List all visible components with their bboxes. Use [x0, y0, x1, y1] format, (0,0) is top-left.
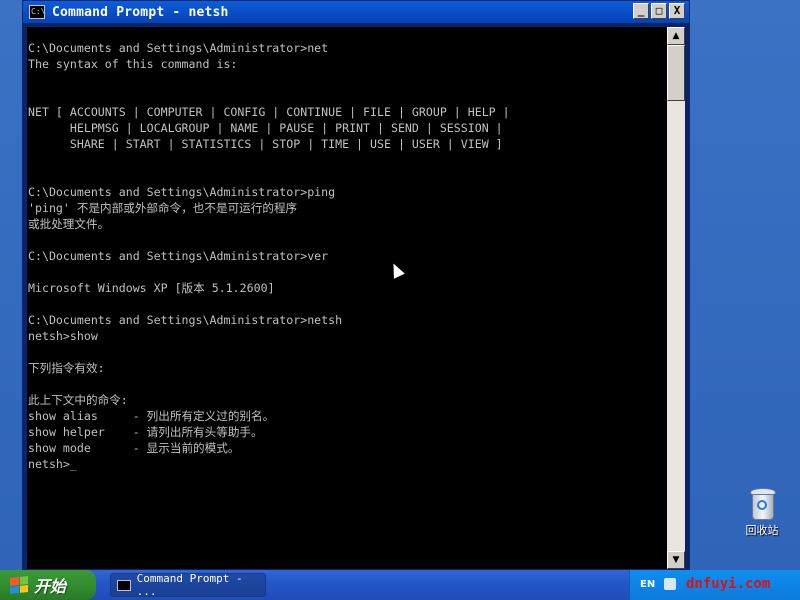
console-line: 'ping' 不是内部或外部命令，也不是可运行的程序 [28, 201, 298, 215]
recycle-bin-icon [748, 486, 776, 520]
vertical-scrollbar[interactable]: ▲ ▼ [667, 27, 685, 569]
console-output[interactable]: C:\Documents and Settings\Administrator>… [27, 27, 667, 569]
language-indicator[interactable]: EN [640, 579, 655, 590]
console-line: The syntax of this command is: [28, 57, 238, 71]
taskbar: 开始 Command Prompt - ... EN dnfuyi.com [0, 570, 800, 600]
taskbar-button-label: Command Prompt - ... [136, 572, 243, 598]
window-controls: _ □ X [633, 3, 685, 19]
system-tray: EN dnfuyi.com [629, 570, 800, 600]
console-icon[interactable]: C:\ [29, 5, 45, 19]
console-line: netsh>show [28, 329, 98, 343]
recycle-bin-label: 回收站 [745, 524, 779, 537]
start-label: 开始 [34, 577, 67, 596]
minimize-button[interactable]: _ [633, 3, 649, 19]
windows-flag-icon [10, 576, 28, 594]
console-line: C:\Documents and Settings\Administrator>… [28, 185, 336, 199]
console-icon [117, 579, 131, 591]
start-button[interactable]: 开始 [0, 570, 96, 600]
maximize-button[interactable]: □ [651, 3, 667, 19]
console-line: NET [ ACCOUNTS | COMPUTER | CONFIG | CON… [28, 105, 510, 119]
close-button[interactable]: X [669, 3, 685, 19]
console-text: C:\Documents and Settings\Administrator>… [27, 27, 667, 472]
watermark: dnfuyi.com [686, 576, 771, 592]
console-line: C:\Documents and Settings\Administrator>… [28, 313, 343, 327]
console-line: show mode - 显示当前的模式。 [28, 441, 240, 455]
command-prompt-window[interactable]: C:\ Command Prompt - netsh _ □ X C:\Docu… [22, 0, 690, 570]
network-icon[interactable] [664, 578, 676, 590]
scroll-thumb[interactable] [667, 45, 685, 101]
console-line: C:\Documents and Settings\Administrator>… [28, 249, 329, 263]
taskbar-button-command-prompt[interactable]: Command Prompt - ... [110, 572, 266, 598]
recycle-bin-shortcut[interactable]: 回收站 [734, 486, 790, 538]
scroll-up-arrow-icon[interactable]: ▲ [667, 27, 685, 45]
console-line: C:\Documents and Settings\Administrator>… [28, 41, 329, 55]
console-line: netsh>_ [28, 457, 77, 471]
console-line: HELPMSG | LOCALGROUP | NAME | PAUSE | PR… [28, 121, 503, 135]
console-line: 或批处理文件。 [28, 217, 110, 231]
console-line: 下列指令有效: [28, 361, 105, 375]
window-title: Command Prompt - netsh [52, 4, 229, 20]
console-line: SHARE | START | STATISTICS | STOP | TIME… [28, 137, 503, 151]
console-line: show alias - 列出所有定义过的别名。 [28, 409, 275, 423]
console-line: 此上下文中的命令: [28, 393, 128, 407]
console-line: show helper - 请列出所有头等助手。 [28, 425, 263, 439]
title-bar[interactable]: C:\ Command Prompt - netsh _ □ X [23, 1, 689, 23]
console-line: Microsoft Windows XP [版本 5.1.2600] [28, 281, 275, 295]
scroll-down-arrow-icon[interactable]: ▼ [667, 551, 685, 569]
